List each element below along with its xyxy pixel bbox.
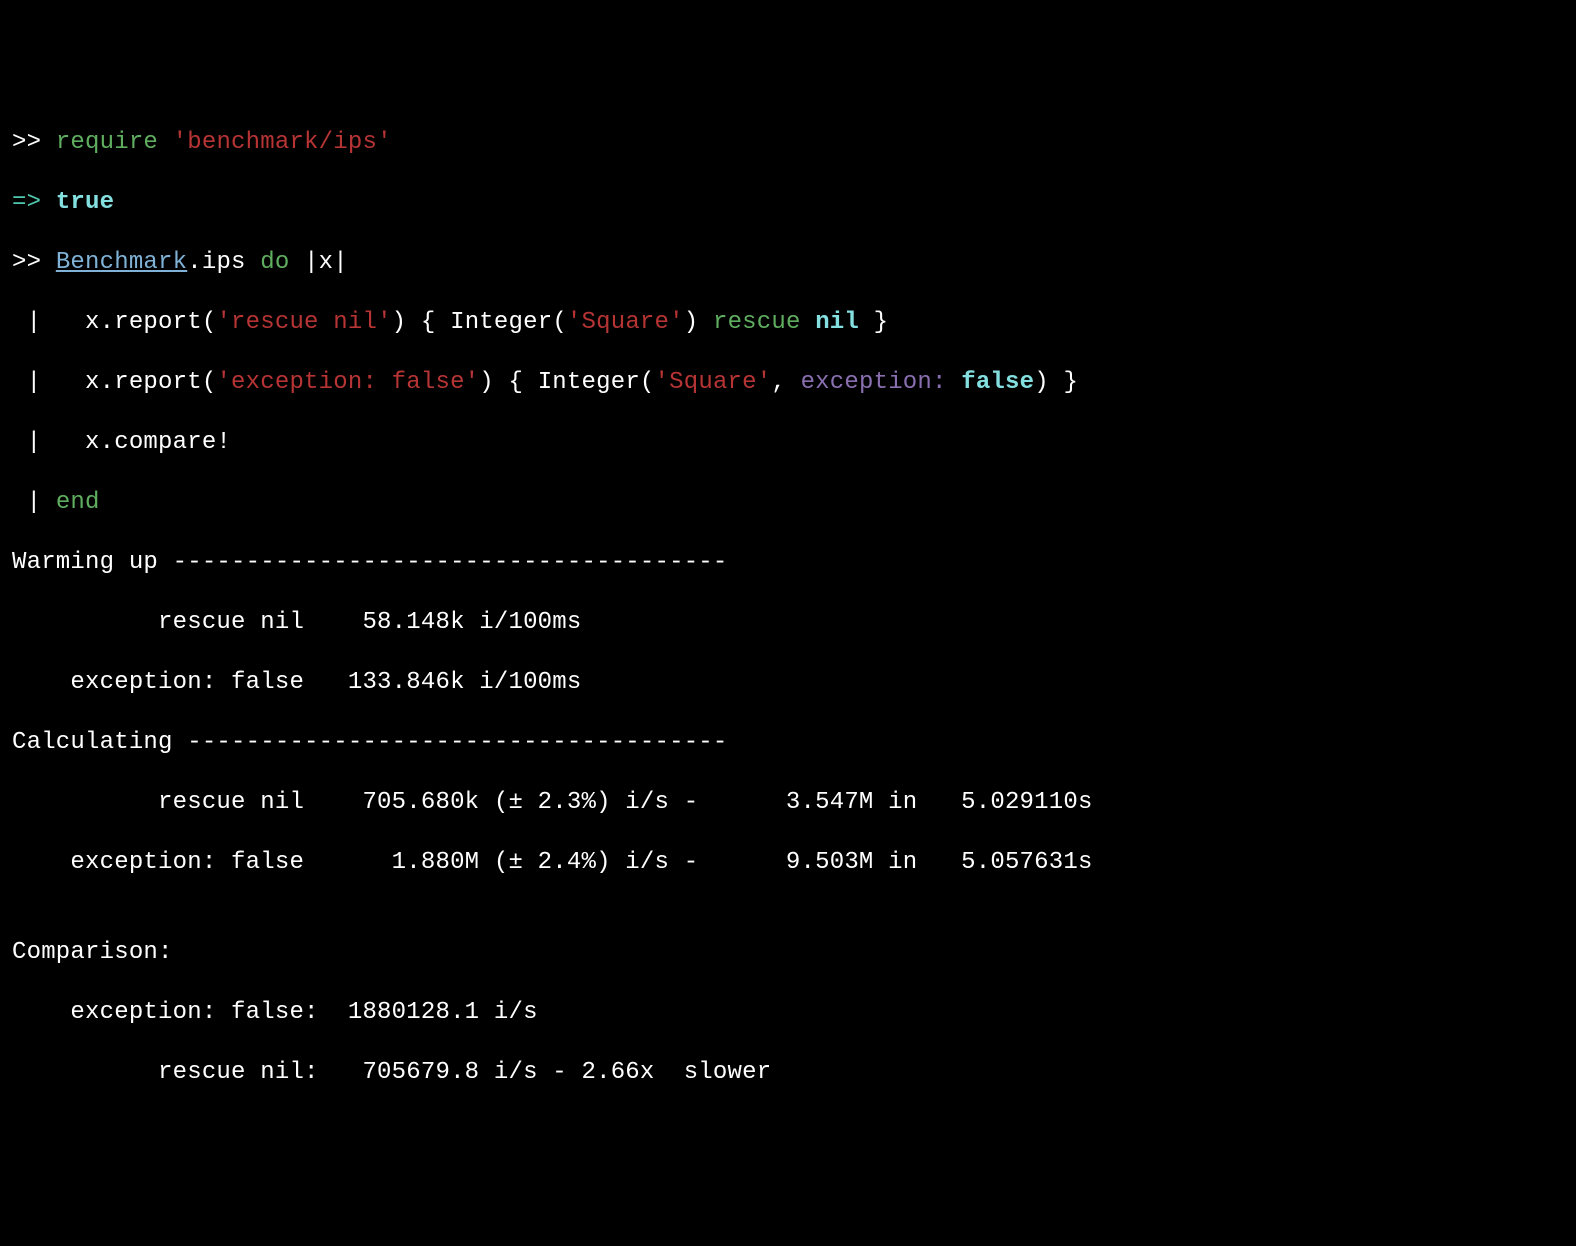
- output-warmup-header: Warming up -----------------------------…: [12, 548, 1564, 578]
- symbol-exception: exception:: [801, 369, 947, 396]
- continuation-bar: |: [12, 489, 56, 516]
- keyword-do: do: [260, 249, 289, 276]
- output-comparison-row: exception: false: 1880128.1 i/s: [12, 998, 1564, 1028]
- irb-line-5: | x.report('exception: false') { Integer…: [12, 368, 1564, 398]
- keyword-require: require: [56, 129, 158, 156]
- keyword-nil: nil: [815, 309, 859, 336]
- output-calc-row: rescue nil 705.680k (± 2.3%) i/s - 3.547…: [12, 788, 1564, 818]
- string-literal: 'Square': [655, 369, 772, 396]
- constant-integer: Integer: [450, 309, 552, 336]
- continuation-bar: |: [12, 309, 85, 336]
- irb-line-2: => true: [12, 188, 1564, 218]
- value-true: true: [56, 189, 114, 216]
- irb-line-3: >> Benchmark.ips do |x|: [12, 248, 1564, 278]
- irb-line-1: >> require 'benchmark/ips': [12, 128, 1564, 158]
- output-comparison-row: rescue nil: 705679.8 i/s - 2.66x slower: [12, 1058, 1564, 1088]
- output-comparison-header: Comparison:: [12, 938, 1564, 968]
- irb-prompt: >>: [12, 249, 56, 276]
- string-literal: 'rescue nil': [216, 309, 391, 336]
- string-literal: 'exception: false': [216, 369, 479, 396]
- continuation-bar: |: [12, 429, 85, 456]
- result-arrow: =>: [12, 189, 56, 216]
- output-calc-row: exception: false 1.880M (± 2.4%) i/s - 9…: [12, 848, 1564, 878]
- irb-line-4: | x.report('rescue nil') { Integer('Squa…: [12, 308, 1564, 338]
- string-literal: 'benchmark/ips': [173, 129, 392, 156]
- keyword-end: end: [56, 489, 100, 516]
- irb-line-7: | end: [12, 488, 1564, 518]
- keyword-rescue: rescue: [713, 309, 801, 336]
- continuation-bar: |: [12, 369, 85, 396]
- output-warmup-row: exception: false 133.846k i/100ms: [12, 668, 1564, 698]
- output-warmup-row: rescue nil 58.148k i/100ms: [12, 608, 1564, 638]
- constant-benchmark: Benchmark: [56, 249, 187, 276]
- output-calc-header: Calculating ----------------------------…: [12, 728, 1564, 758]
- keyword-false: false: [961, 369, 1034, 396]
- constant-integer: Integer: [538, 369, 640, 396]
- irb-prompt: >>: [12, 129, 56, 156]
- string-literal: 'Square': [567, 309, 684, 336]
- irb-line-6: | x.compare!: [12, 428, 1564, 458]
